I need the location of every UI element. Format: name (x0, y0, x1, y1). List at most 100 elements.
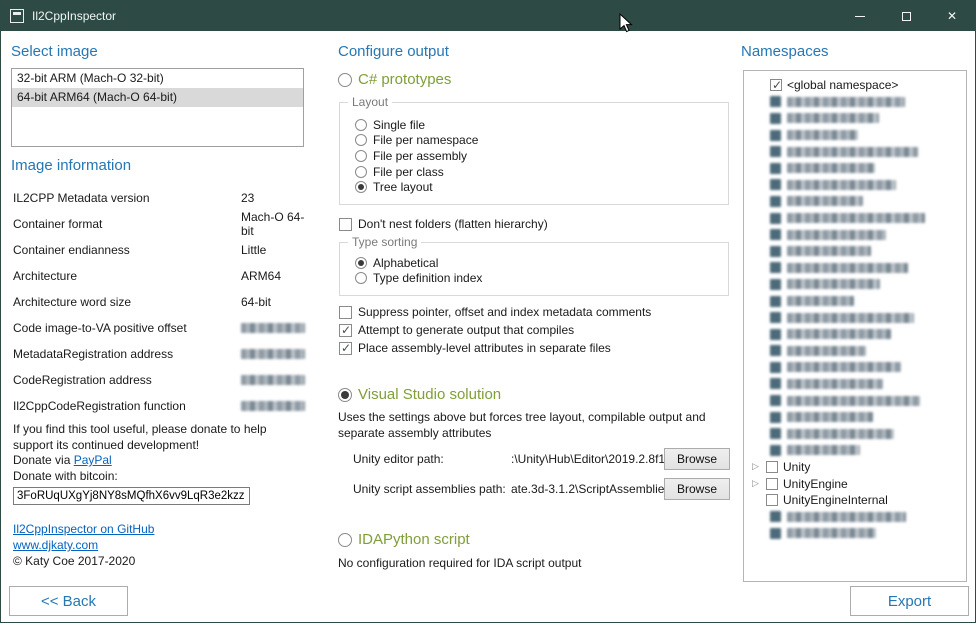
tree-layout-radio[interactable] (355, 181, 367, 193)
flatten-hierarchy-option[interactable]: Don't nest folders (flatten hierarchy) (339, 217, 548, 231)
namespace-label[interactable]: <global namespace> (787, 78, 898, 92)
idapython-script-label[interactable]: IDAPython script (358, 531, 470, 548)
namespace-item-redacted[interactable] (752, 343, 962, 360)
namespace-item-redacted[interactable] (752, 94, 962, 111)
generate-compilable-output-option[interactable]: Attempt to generate output that compiles (339, 323, 574, 337)
checkbox-label[interactable]: Don't nest folders (flatten hierarchy) (358, 217, 548, 231)
option-label[interactable]: File per assembly (373, 149, 467, 163)
file-per-class-radio[interactable] (355, 166, 367, 178)
option-label[interactable]: File per namespace (373, 133, 478, 147)
namespace-item-redacted[interactable] (752, 376, 962, 393)
idapython-script-option[interactable]: IDAPython script (338, 531, 470, 548)
namespace-item-redacted[interactable] (752, 193, 962, 210)
checkbox-label[interactable]: Suppress pointer, offset and index metad… (358, 305, 651, 319)
unity-editor-path-row: Unity editor path: :\Unity\Hub\Editor\20… (353, 447, 730, 471)
namespace-item-redacted[interactable] (752, 508, 962, 525)
expand-arrow-icon[interactable]: ▷ (752, 479, 766, 488)
layout-option-tree-layout[interactable]: Tree layout (340, 179, 728, 195)
layout-option-file-per-assembly[interactable]: File per assembly (340, 148, 728, 164)
visual-studio-solution-label[interactable]: Visual Studio solution (358, 386, 501, 403)
namespace-label[interactable]: UnityEngineInternal (783, 493, 888, 507)
title-bar[interactable]: Il2CppInspector ✕ (1, 1, 975, 31)
namespace-item-redacted[interactable] (752, 326, 962, 343)
close-button[interactable]: ✕ (929, 1, 975, 31)
assembly-attributes-separate-files-checkbox[interactable] (339, 342, 352, 355)
layout-option-file-per-class[interactable]: File per class (340, 164, 728, 180)
back-button[interactable]: << Back (9, 586, 128, 616)
option-label[interactable]: File per class (373, 165, 444, 179)
namespace-label[interactable]: Unity (783, 460, 810, 474)
browse-script-assemblies-button[interactable]: Browse (664, 478, 730, 500)
csharp-prototypes-label[interactable]: C# prototypes (358, 71, 451, 88)
namespace-label[interactable]: UnityEngine (783, 477, 848, 491)
flatten-hierarchy-checkbox[interactable] (339, 218, 352, 231)
unityengineinternal-namespace-checkbox[interactable] (766, 494, 778, 506)
maximize-button[interactable] (883, 1, 929, 31)
layout-option-file-per-namespace[interactable]: File per namespace (340, 133, 728, 149)
browse-editor-path-button[interactable]: Browse (664, 448, 730, 470)
namespace-item-redacted[interactable] (752, 127, 962, 144)
image-listbox[interactable]: 32-bit ARM (Mach-O 32-bit) 64-bit ARM64 … (11, 68, 304, 147)
namespace-item-unityengine[interactable]: ▷ UnityEngine (752, 475, 962, 492)
redacted-label (787, 180, 896, 190)
idapython-script-radio[interactable] (338, 533, 352, 547)
type-definition-index-radio[interactable] (355, 272, 367, 284)
file-per-namespace-radio[interactable] (355, 134, 367, 146)
suppress-metadata-comments-option[interactable]: Suppress pointer, offset and index metad… (339, 305, 651, 319)
namespace-item-redacted[interactable] (752, 293, 962, 310)
namespace-item-redacted[interactable] (752, 243, 962, 260)
namespace-item-redacted[interactable] (752, 525, 962, 542)
paypal-link[interactable]: PayPal (74, 453, 112, 467)
unity-namespace-checkbox[interactable] (766, 461, 778, 473)
namespace-item-redacted[interactable] (752, 359, 962, 376)
global-namespace-checkbox[interactable] (770, 79, 782, 91)
namespace-item-unity[interactable]: ▷ Unity (752, 459, 962, 476)
csharp-prototypes-radio[interactable] (338, 73, 352, 87)
namespace-item-redacted[interactable] (752, 110, 962, 127)
website-link[interactable]: www.djkaty.com (13, 538, 98, 552)
namespace-item-redacted[interactable] (752, 143, 962, 160)
namespace-item-redacted[interactable] (752, 392, 962, 409)
minimize-button[interactable] (837, 1, 883, 31)
namespace-item-redacted[interactable] (752, 276, 962, 293)
redacted-checkbox (770, 329, 781, 340)
namespace-item-unityengineinternal[interactable]: ▷ UnityEngineInternal (752, 492, 962, 509)
namespace-item-redacted[interactable] (752, 442, 962, 459)
list-item-64bit[interactable]: 64-bit ARM64 (Mach-O 64-bit) (12, 88, 303, 107)
github-link[interactable]: Il2CppInspector on GitHub (13, 522, 154, 536)
single-file-radio[interactable] (355, 119, 367, 131)
option-label[interactable]: Single file (373, 118, 425, 132)
namespace-item-redacted[interactable] (752, 309, 962, 326)
option-label[interactable]: Tree layout (373, 180, 433, 194)
list-item-32bit[interactable]: 32-bit ARM (Mach-O 32-bit) (12, 69, 303, 88)
namespace-item-redacted[interactable] (752, 177, 962, 194)
unityengine-namespace-checkbox[interactable] (766, 478, 778, 490)
alphabetical-radio[interactable] (355, 257, 367, 269)
namespace-item-global[interactable]: <global namespace> (752, 77, 962, 94)
checkbox-label[interactable]: Attempt to generate output that compiles (358, 323, 574, 337)
option-label[interactable]: Alphabetical (373, 256, 438, 270)
suppress-metadata-comments-checkbox[interactable] (339, 306, 352, 319)
namespace-item-redacted[interactable] (752, 409, 962, 426)
namespace-item-redacted[interactable] (752, 425, 962, 442)
namespace-item-redacted[interactable] (752, 210, 962, 227)
export-button[interactable]: Export (850, 586, 969, 616)
assembly-attributes-separate-files-option[interactable]: Place assembly-level attributes in separ… (339, 341, 611, 355)
option-label[interactable]: Type definition index (373, 271, 482, 285)
namespace-item-redacted[interactable] (752, 160, 962, 177)
csharp-prototypes-option[interactable]: C# prototypes (338, 71, 451, 88)
namespace-item-redacted[interactable] (752, 226, 962, 243)
checkbox-label[interactable]: Place assembly-level attributes in separ… (358, 341, 611, 355)
file-per-assembly-radio[interactable] (355, 150, 367, 162)
layout-option-single-file[interactable]: Single file (340, 117, 728, 133)
configure-output-heading: Configure output (338, 43, 449, 60)
type-sorting-option-alphabetical[interactable]: Alphabetical (340, 255, 728, 271)
type-sorting-option-type-definition-index[interactable]: Type definition index (340, 271, 728, 287)
visual-studio-solution-radio[interactable] (338, 388, 352, 402)
namespaces-panel[interactable]: <global namespace> ▷ Unity ▷ UnityEngine… (743, 70, 967, 582)
namespace-item-redacted[interactable] (752, 260, 962, 277)
expand-arrow-icon[interactable]: ▷ (752, 462, 766, 471)
bitcoin-address-input[interactable] (13, 487, 250, 505)
generate-compilable-output-checkbox[interactable] (339, 324, 352, 337)
visual-studio-solution-option[interactable]: Visual Studio solution (338, 386, 501, 403)
